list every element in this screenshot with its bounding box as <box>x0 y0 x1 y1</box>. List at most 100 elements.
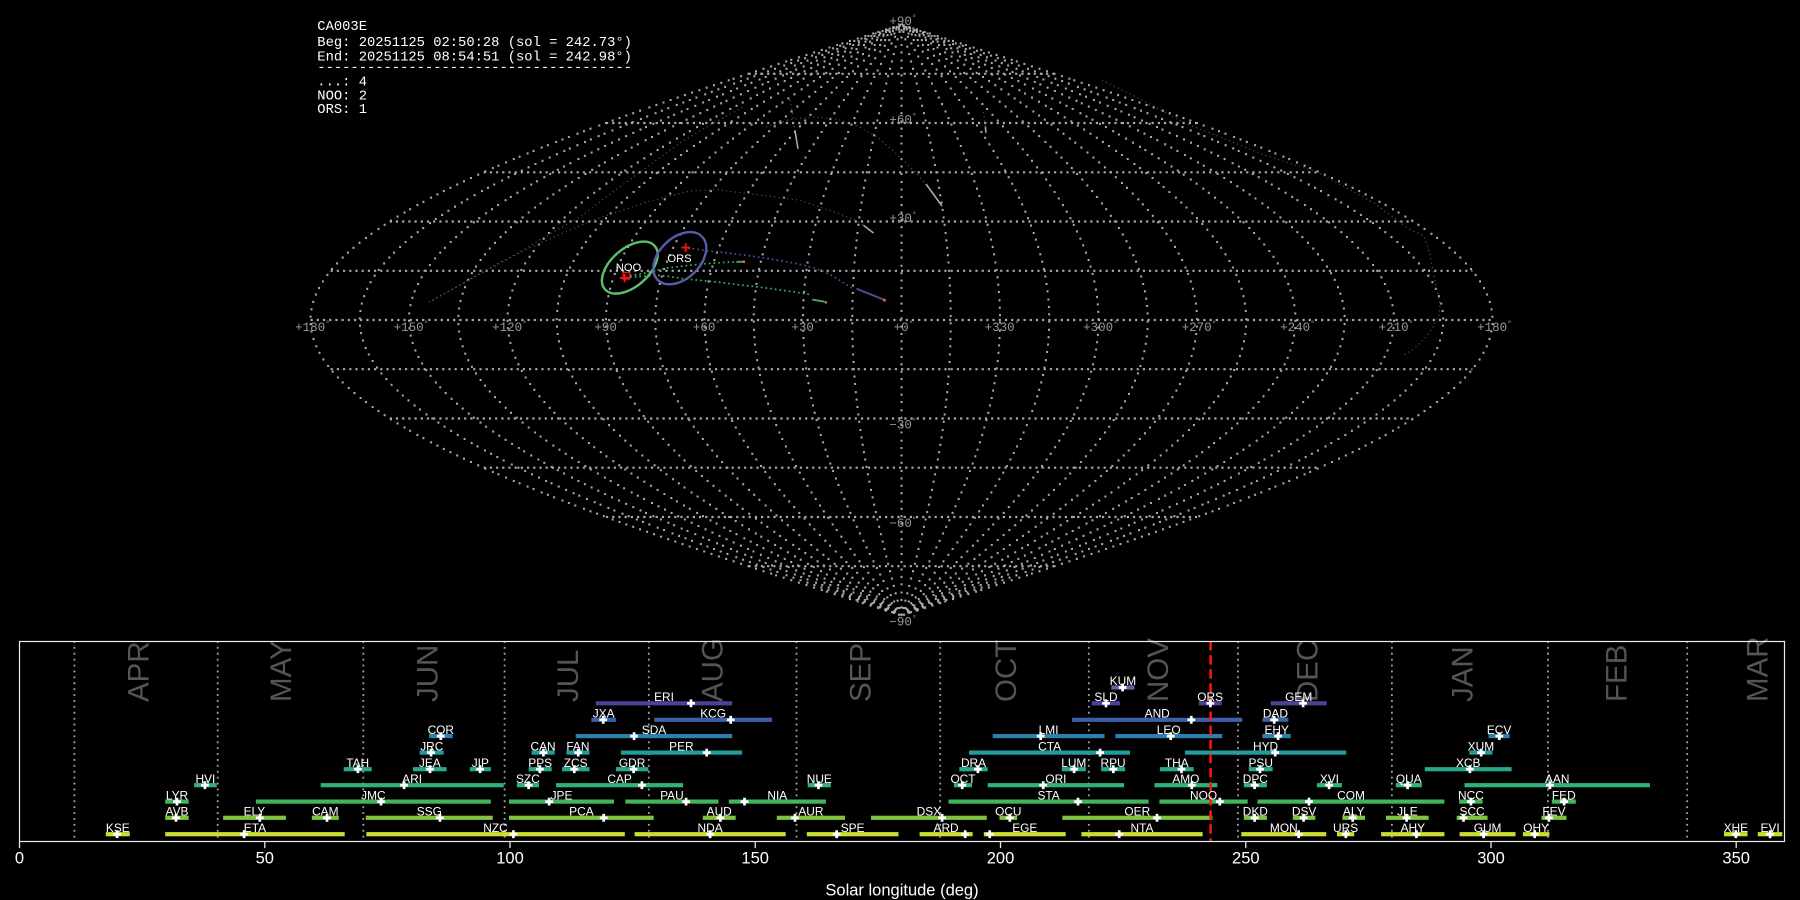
svg-text:FEB: FEB <box>1601 645 1634 702</box>
svg-text:−60°: −60° <box>889 516 916 531</box>
svg-text:DKD: DKD <box>1243 805 1269 819</box>
svg-text:LUM: LUM <box>1061 756 1086 770</box>
svg-text:DPC: DPC <box>1243 772 1269 786</box>
svg-text:PPS: PPS <box>528 756 552 770</box>
svg-text:SCC: SCC <box>1460 805 1486 819</box>
svg-text:FED: FED <box>1552 788 1576 802</box>
svg-text:ORS: 1: ORS: 1 <box>317 103 367 118</box>
svg-text:XUM: XUM <box>1468 739 1494 753</box>
svg-text:−90°: −90° <box>889 615 916 630</box>
svg-text:+60°: +60° <box>693 320 720 335</box>
svg-text:DSV: DSV <box>1292 805 1317 819</box>
svg-text:DAD: DAD <box>1263 707 1289 721</box>
svg-text:0: 0 <box>15 850 24 868</box>
svg-text:+150°: +150° <box>394 320 429 335</box>
svg-text:PCA: PCA <box>569 805 594 819</box>
svg-text:AUR: AUR <box>798 805 824 819</box>
svg-text:NDA: NDA <box>698 821 723 835</box>
svg-text:XCB: XCB <box>1456 756 1481 770</box>
svg-text:OCT: OCT <box>990 640 1023 702</box>
svg-text:JEA: JEA <box>419 756 441 770</box>
svg-text:------------------------------: -------------------------------------- <box>317 61 632 76</box>
svg-text:XVI: XVI <box>1320 772 1339 786</box>
svg-text:CAM: CAM <box>312 805 338 819</box>
svg-text:JMC: JMC <box>361 788 386 802</box>
svg-text:JUN: JUN <box>412 645 445 702</box>
svg-text:ECV: ECV <box>1487 723 1512 737</box>
svg-text:OER: OER <box>1124 805 1150 819</box>
svg-text:50: 50 <box>256 850 274 868</box>
svg-text:MAY: MAY <box>265 640 298 702</box>
svg-text:+210°: +210° <box>1379 320 1414 335</box>
svg-text:...: 4: ...: 4 <box>317 75 367 90</box>
svg-text:KCG: KCG <box>700 707 726 721</box>
svg-text:KUM: KUM <box>1110 674 1136 688</box>
svg-text:ORI: ORI <box>1045 772 1066 786</box>
svg-text:SDA: SDA <box>642 723 667 737</box>
svg-text:ARD: ARD <box>934 821 960 835</box>
svg-text:JLE: JLE <box>1397 805 1418 819</box>
svg-text:JUL: JUL <box>552 650 585 702</box>
svg-text:ERI: ERI <box>654 690 674 704</box>
svg-text:PSU: PSU <box>1248 756 1272 770</box>
svg-text:AUD: AUD <box>707 805 733 819</box>
svg-text:+30°: +30° <box>791 320 818 335</box>
svg-text:+30°: +30° <box>889 211 916 226</box>
svg-text:AAN: AAN <box>1545 772 1569 786</box>
svg-text:ETA: ETA <box>244 821 266 835</box>
svg-text:Beg: 20251125 02:50:28 (sol =: Beg: 20251125 02:50:28 (sol = 242.73°) <box>317 35 632 51</box>
svg-text:DRA: DRA <box>961 756 986 770</box>
svg-text:+300°: +300° <box>1083 320 1118 335</box>
svg-text:CTA: CTA <box>1038 739 1061 753</box>
svg-text:HYD: HYD <box>1253 739 1279 753</box>
svg-text:GDR: GDR <box>619 756 646 770</box>
svg-text:NTA: NTA <box>1131 821 1154 835</box>
svg-text:LMI: LMI <box>1039 723 1059 737</box>
svg-text:AND: AND <box>1145 707 1171 721</box>
svg-text:THA: THA <box>1165 756 1189 770</box>
svg-text:PAU: PAU <box>660 788 684 802</box>
svg-text:EGE: EGE <box>1012 821 1037 835</box>
svg-text:URS: URS <box>1333 821 1358 835</box>
svg-text:250: 250 <box>1232 850 1260 868</box>
svg-text:SEP: SEP <box>845 643 878 702</box>
svg-text:+240°: +240° <box>1280 320 1315 335</box>
svg-text:150: 150 <box>741 850 769 868</box>
svg-text:AMO: AMO <box>1172 772 1199 786</box>
svg-text:SLD: SLD <box>1094 690 1118 704</box>
svg-text:FEV: FEV <box>1542 805 1565 819</box>
svg-text:LYR: LYR <box>166 788 189 802</box>
svg-text:200: 200 <box>987 850 1015 868</box>
svg-text:JPE: JPE <box>551 788 573 802</box>
svg-text:+330°: +330° <box>985 320 1020 335</box>
svg-text:NCC: NCC <box>1458 788 1484 802</box>
svg-text:ELY: ELY <box>244 805 266 819</box>
svg-text:NUE: NUE <box>807 772 832 786</box>
svg-text:AHY: AHY <box>1401 821 1426 835</box>
svg-text:COR: COR <box>428 723 455 737</box>
svg-text:CAN: CAN <box>531 739 556 753</box>
svg-text:ORS: ORS <box>667 253 691 265</box>
svg-text:NIA: NIA <box>767 788 787 802</box>
svg-text:−30°: −30° <box>889 418 916 433</box>
svg-text:+90°: +90° <box>594 320 621 335</box>
svg-text:NOV: NOV <box>1142 638 1175 702</box>
svg-text:AVB: AVB <box>166 805 189 819</box>
svg-text:COM: COM <box>1337 788 1365 802</box>
svg-text:AUG: AUG <box>697 638 730 702</box>
svg-text:OCU: OCU <box>995 805 1021 819</box>
svg-text:TAH: TAH <box>346 756 369 770</box>
svg-text:ARI: ARI <box>402 772 422 786</box>
svg-text:+60°: +60° <box>889 113 916 128</box>
svg-text:350: 350 <box>1722 850 1750 868</box>
svg-text:XHE: XHE <box>1724 821 1749 835</box>
svg-text:SZC: SZC <box>516 772 540 786</box>
svg-text:NOO: NOO <box>616 262 642 274</box>
svg-text:HVI: HVI <box>195 772 215 786</box>
svg-text:ALY: ALY <box>1343 805 1365 819</box>
svg-text:ORS: ORS <box>1197 690 1223 704</box>
svg-text:GUM: GUM <box>1474 821 1502 835</box>
svg-text:+0°: +0° <box>894 320 914 335</box>
svg-text:+120°: +120° <box>492 320 527 335</box>
svg-text:EVI: EVI <box>1761 821 1780 835</box>
